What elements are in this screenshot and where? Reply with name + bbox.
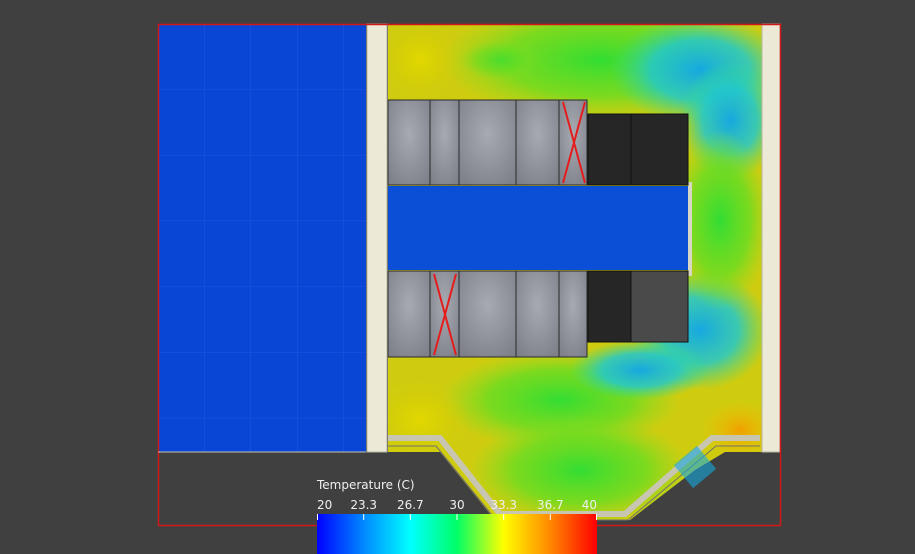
rack[interactable] (387, 99, 431, 186)
cold-aisle (388, 186, 688, 270)
legend-ticks: 20 23.3 26.7 30 33.3 36.7 40 (317, 498, 597, 514)
rack-dark[interactable] (630, 113, 689, 186)
right-wall (761, 23, 781, 453)
legend-title: Temperature (C) (317, 478, 415, 492)
legend-tick: 40 (581, 498, 597, 512)
cfd-viewport[interactable]: Temperature (C) 20 23.3 26.7 30 33.3 36.… (0, 0, 915, 554)
aisle-door (688, 182, 692, 276)
legend-tick: 33.3 (490, 498, 518, 512)
rack-mid[interactable] (630, 270, 689, 343)
rack[interactable] (387, 270, 431, 358)
rack-dark[interactable] (587, 113, 632, 186)
legend-tick: 26.7 (396, 498, 424, 512)
legend-tick: 36.7 (536, 498, 564, 512)
partition-wall (366, 23, 388, 453)
mesh-grid (158, 24, 366, 452)
legend-tick: 23.3 (350, 498, 378, 512)
rack[interactable] (458, 270, 517, 358)
temperature-plane-view (157, 23, 782, 527)
rack[interactable] (429, 99, 460, 186)
rack[interactable] (458, 99, 517, 186)
legend-tick: 20 (317, 498, 333, 512)
legend-tick: 30 (449, 498, 465, 512)
rack-dark[interactable] (587, 270, 632, 343)
rack[interactable] (515, 99, 560, 186)
rack[interactable] (515, 270, 560, 358)
rack[interactable] (558, 270, 588, 358)
temperature-legend: Temperature (C) 20 23.3 26.7 30 33.3 36.… (317, 478, 597, 554)
legend-color-bar (317, 514, 597, 554)
